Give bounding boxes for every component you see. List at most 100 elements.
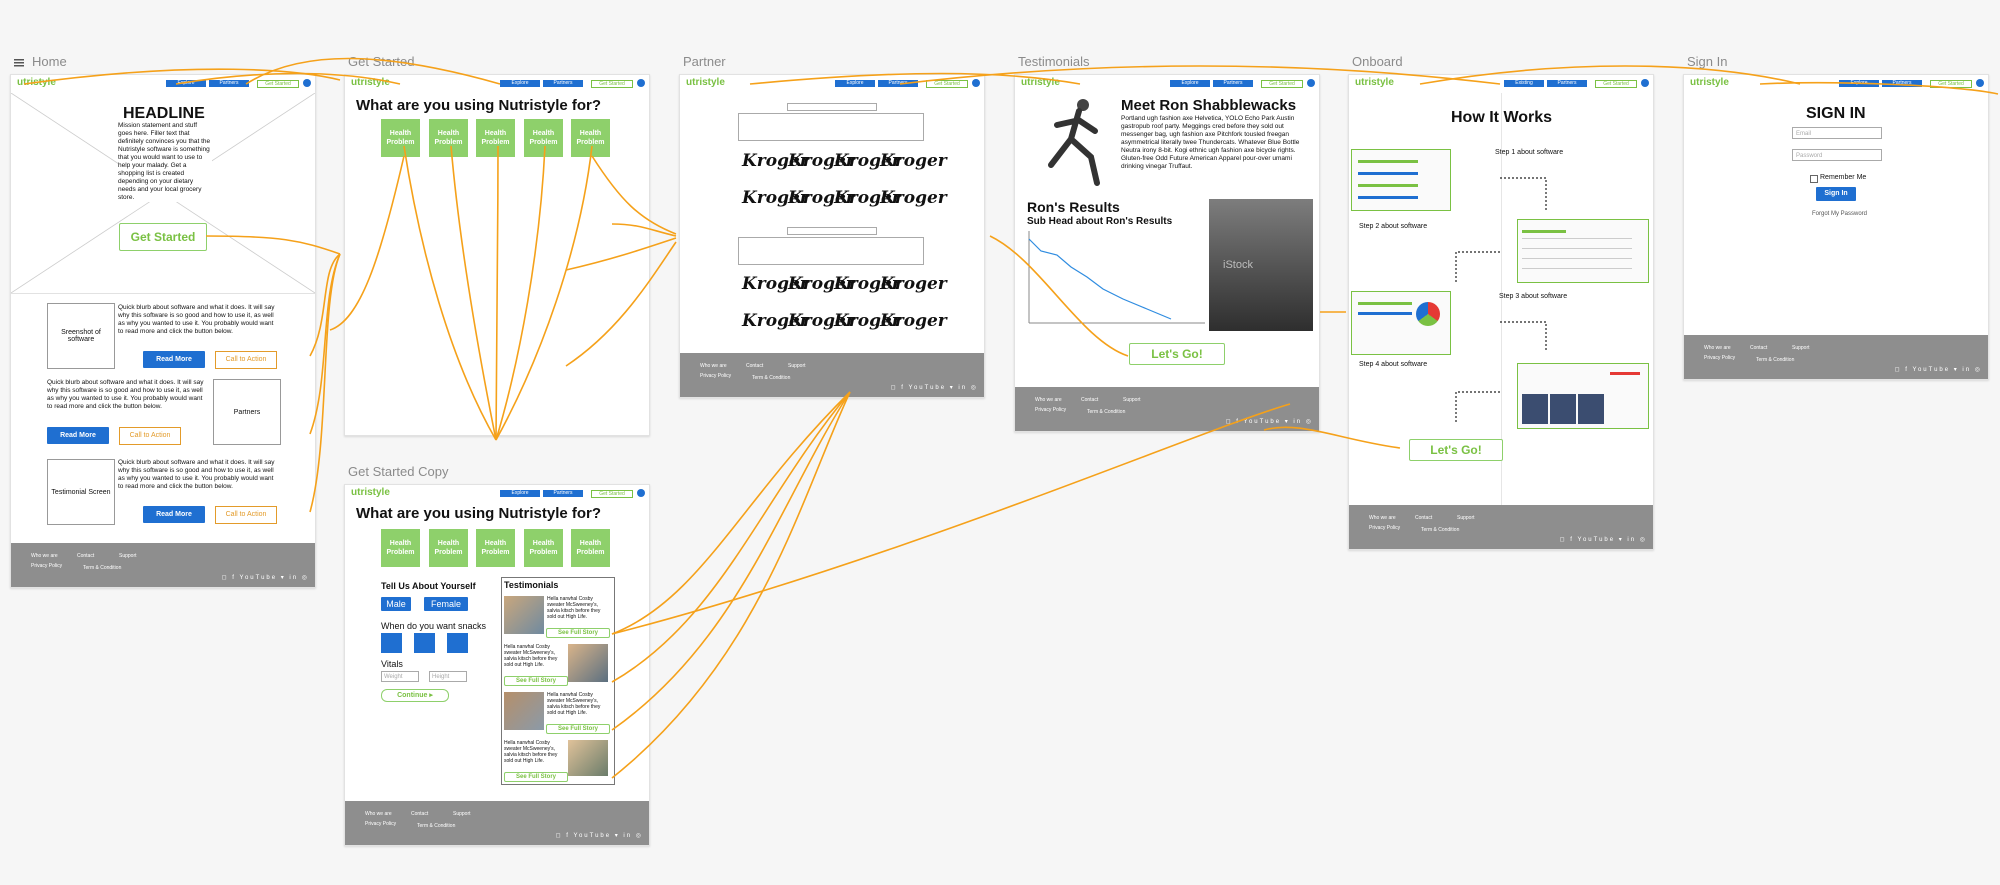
logo[interactable]: utristyle [686, 77, 725, 88]
forgot-password-link[interactable]: Forgot My Password [1812, 211, 1867, 217]
male-button[interactable]: Male [381, 597, 411, 611]
footer-privacy[interactable]: Privacy Policy [31, 563, 62, 569]
footer-terms[interactable]: Term & Condition [752, 375, 790, 381]
social-icons[interactable]: ◻ f YouTube ▾ in ◎ [891, 384, 978, 391]
health-problem-5[interactable]: Health Problem [571, 119, 610, 157]
footer-contact[interactable]: Contact [411, 811, 428, 817]
health-problem-1[interactable]: Health Problem [381, 119, 420, 157]
footer-contact[interactable]: Contact [77, 553, 94, 559]
avatar[interactable] [972, 79, 980, 87]
health-problem-2[interactable]: Health Problem [429, 529, 468, 567]
social-icons[interactable]: ◻ f YouTube ▾ in ◎ [1226, 418, 1313, 425]
footer-terms[interactable]: Term & Condition [1087, 409, 1125, 415]
footer-privacy[interactable]: Privacy Policy [1035, 407, 1066, 413]
nav-get-started[interactable]: Get Started [257, 80, 299, 88]
avatar[interactable] [1976, 79, 1984, 87]
nav-explore[interactable]: Explore [1839, 80, 1879, 87]
list-icon[interactable] [14, 55, 26, 67]
social-icons[interactable]: ◻ f YouTube ▾ in ◎ [1895, 366, 1982, 373]
partner-logo[interactable]: Kroger [880, 151, 947, 171]
footer-contact[interactable]: Contact [1750, 345, 1767, 351]
nav-explore[interactable]: Explore [500, 80, 540, 87]
nav-partners[interactable]: Partners [543, 80, 583, 87]
logo[interactable]: utristyle [1021, 77, 1060, 88]
nav-explore[interactable]: Explore [500, 490, 540, 497]
call-to-action-3[interactable]: Call to Action [215, 506, 277, 524]
nav-partners[interactable]: Partners [1213, 80, 1253, 87]
continue-button[interactable]: Continue ▸ [381, 689, 449, 702]
footer-contact[interactable]: Contact [1081, 397, 1098, 403]
footer-privacy[interactable]: Privacy Policy [365, 821, 396, 827]
footer-who[interactable]: Who we are [1035, 397, 1062, 403]
see-full-story-1[interactable]: See Full Story [546, 628, 610, 638]
footer-support[interactable]: Support [119, 553, 137, 559]
footer-who[interactable]: Who we are [31, 553, 58, 559]
nav-partners[interactable]: Partners [1882, 80, 1922, 87]
call-to-action-1[interactable]: Call to Action [215, 351, 277, 369]
avatar[interactable] [637, 79, 645, 87]
nav-explore[interactable]: Explore [166, 80, 206, 87]
avatar[interactable] [303, 79, 311, 87]
partner-logo[interactable]: Kroger [880, 188, 947, 208]
avatar[interactable] [637, 489, 645, 497]
see-full-story-4[interactable]: See Full Story [504, 772, 568, 782]
health-problem-2[interactable]: Health Problem [429, 119, 468, 157]
nav-explore[interactable]: Explore [835, 80, 875, 87]
board-title-onboard[interactable]: Onboard [1352, 54, 1403, 69]
call-to-action-2[interactable]: Call to Action [119, 427, 181, 445]
female-button[interactable]: Female [424, 597, 468, 611]
footer-support[interactable]: Support [1457, 515, 1475, 521]
board-title-sign-in[interactable]: Sign In [1687, 54, 1727, 69]
social-icons[interactable]: ◻ f YouTube ▾ in ◎ [556, 832, 643, 839]
health-problem-3[interactable]: Health Problem [476, 529, 515, 567]
snack-option-3[interactable] [447, 633, 468, 653]
get-started-button[interactable]: Get Started [119, 223, 207, 251]
logo[interactable]: utristyle [1355, 77, 1394, 88]
snack-option-1[interactable] [381, 633, 402, 653]
snack-option-2[interactable] [414, 633, 435, 653]
nav-partners[interactable]: Partners [878, 80, 918, 87]
footer-contact[interactable]: Contact [746, 363, 763, 369]
remember-checkbox[interactable] [1810, 175, 1818, 183]
footer-who[interactable]: Who we are [700, 363, 727, 369]
lets-go-button[interactable]: Let's Go! [1409, 439, 1503, 461]
footer-terms[interactable]: Term & Condition [83, 565, 121, 571]
see-full-story-3[interactable]: See Full Story [546, 724, 610, 734]
password-field[interactable]: Password [1792, 149, 1882, 161]
footer-contact[interactable]: Contact [1415, 515, 1432, 521]
footer-support[interactable]: Support [453, 811, 471, 817]
lets-go-button[interactable]: Let's Go! [1129, 343, 1225, 365]
weight-input[interactable]: Weight [381, 671, 419, 682]
footer-terms[interactable]: Term & Condition [1756, 357, 1794, 363]
board-title-home[interactable]: Home [32, 54, 67, 69]
health-problem-4[interactable]: Health Problem [524, 119, 563, 157]
nav-partners[interactable]: Partners [1547, 80, 1587, 87]
read-more-button-3[interactable]: Read More [143, 506, 205, 523]
nav-get-started[interactable]: Get Started [1261, 80, 1303, 88]
health-problem-4[interactable]: Health Problem [524, 529, 563, 567]
footer-terms[interactable]: Term & Condition [1421, 527, 1459, 533]
sign-in-button[interactable]: Sign In [1816, 187, 1856, 201]
nav-get-started[interactable]: Get Started [591, 490, 633, 498]
footer-privacy[interactable]: Privacy Policy [1704, 355, 1735, 361]
footer-privacy[interactable]: Privacy Policy [1369, 525, 1400, 531]
board-title-get-started[interactable]: Get Started [348, 54, 414, 69]
see-full-story-2[interactable]: See Full Story [504, 676, 568, 686]
footer-who[interactable]: Who we are [365, 811, 392, 817]
health-problem-5[interactable]: Health Problem [571, 529, 610, 567]
health-problem-1[interactable]: Health Problem [381, 529, 420, 567]
health-problem-3[interactable]: Health Problem [476, 119, 515, 157]
footer-privacy[interactable]: Privacy Policy [700, 373, 731, 379]
avatar[interactable] [1641, 79, 1649, 87]
logo[interactable]: utristyle [351, 77, 390, 88]
nav-get-started[interactable]: Get Started [1930, 80, 1972, 88]
nav-get-started[interactable]: Get Started [926, 80, 968, 88]
avatar[interactable] [1307, 79, 1315, 87]
logo[interactable]: utristyle [17, 77, 56, 88]
footer-terms[interactable]: Term & Condition [417, 823, 455, 829]
footer-who[interactable]: Who we are [1704, 345, 1731, 351]
footer-who[interactable]: Who we are [1369, 515, 1396, 521]
footer-support[interactable]: Support [788, 363, 806, 369]
nav-partners[interactable]: Partners [209, 80, 249, 87]
social-icons[interactable]: ◻ f YouTube ▾ in ◎ [1560, 536, 1647, 543]
